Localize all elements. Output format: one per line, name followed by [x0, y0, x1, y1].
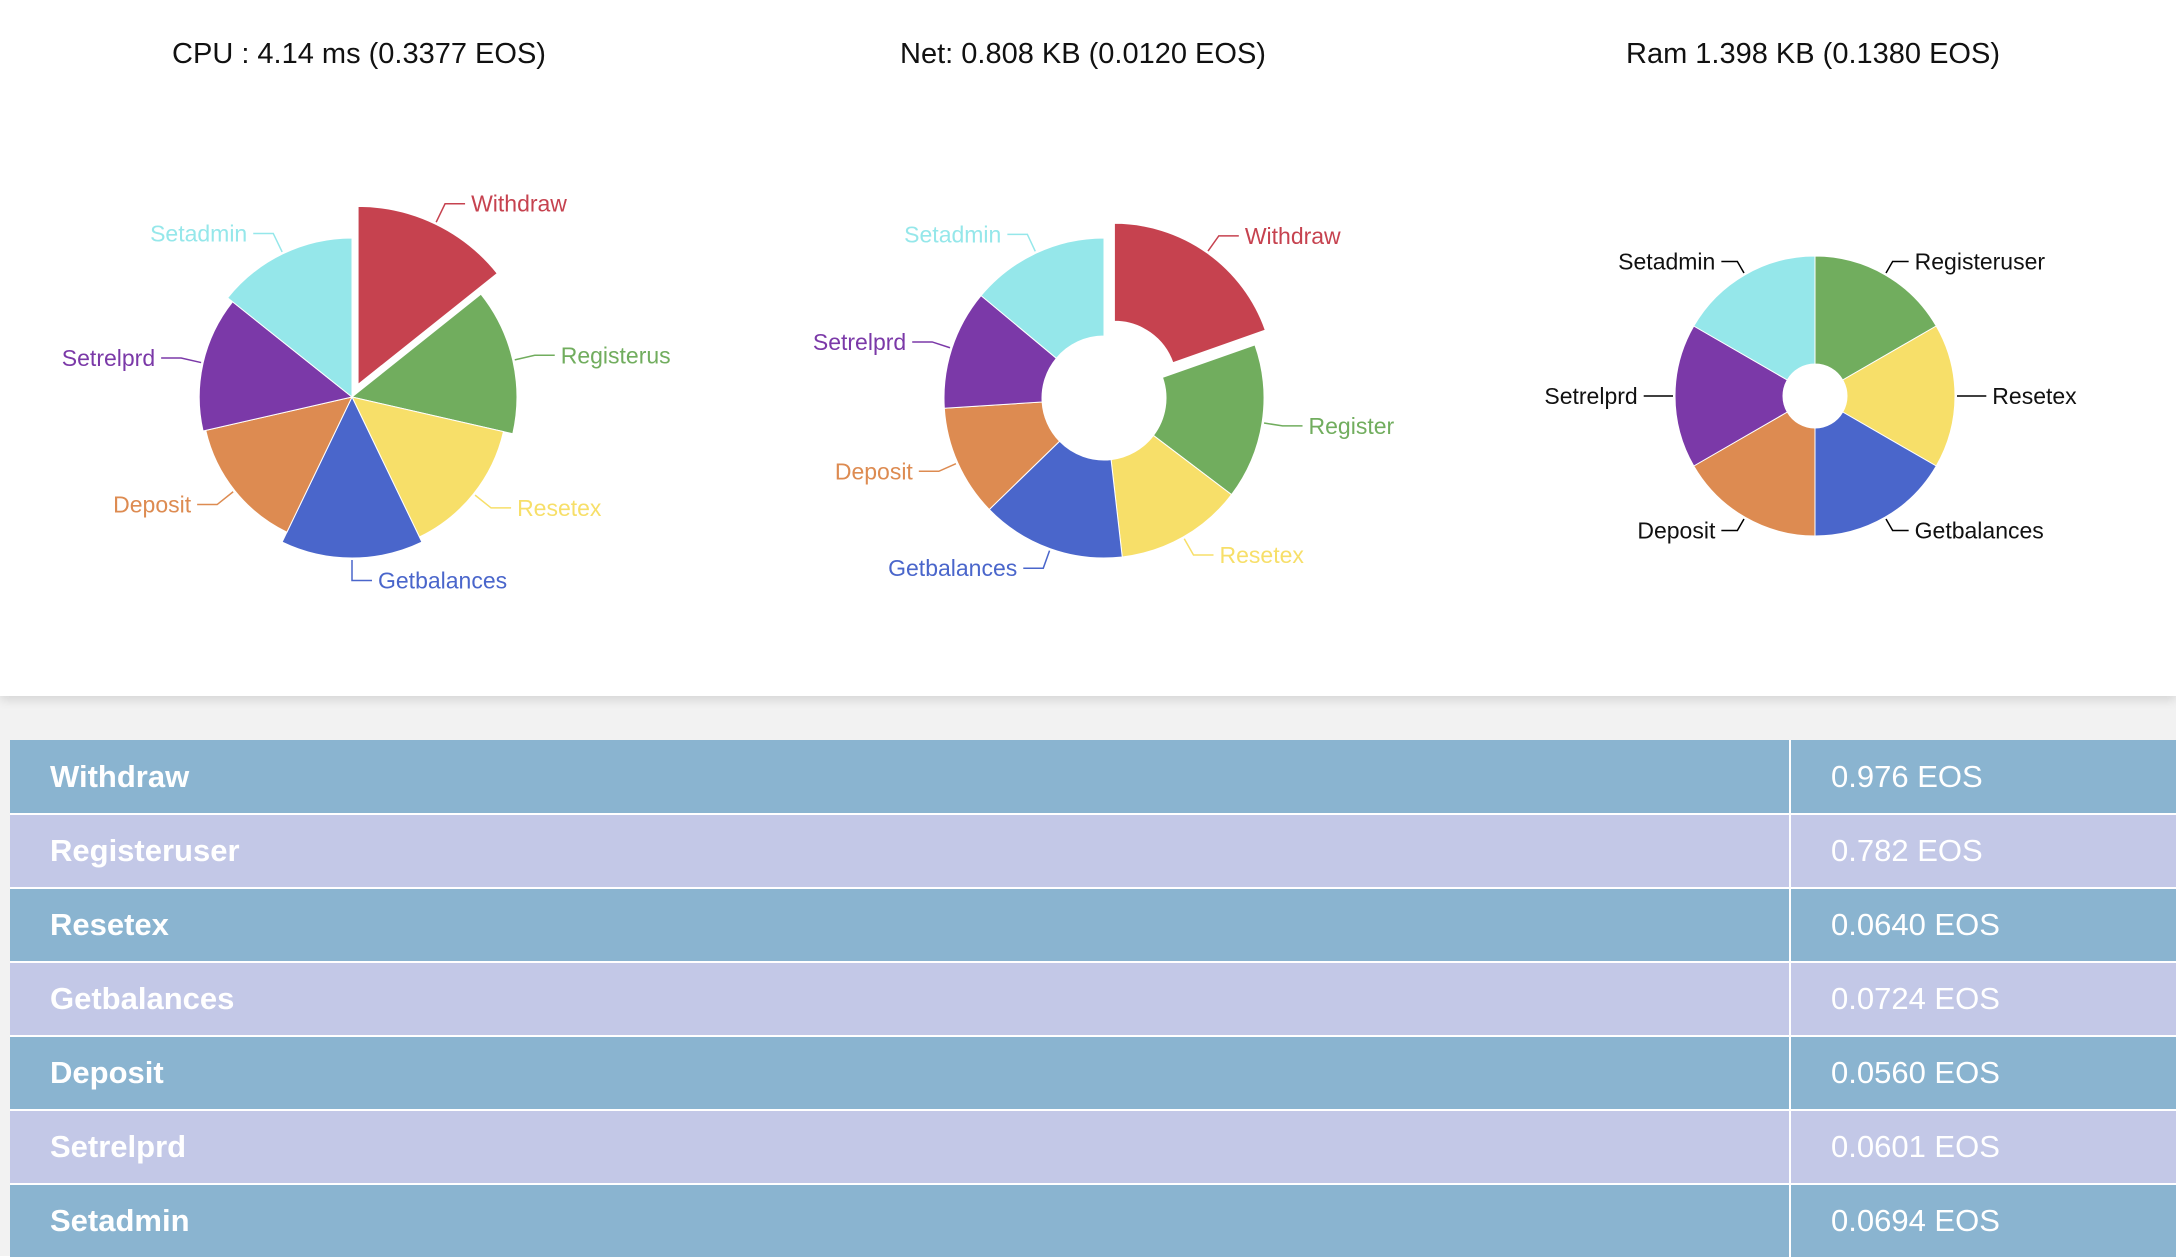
- row-name: Resetex: [10, 888, 1791, 963]
- slice-label-setadmin: Setadmin: [1618, 249, 1715, 275]
- net-chart: Net: 0.808 KB (0.0120 EOS) Withdraw Regis…: [726, 0, 1452, 696]
- leader-line-deposit: [1721, 518, 1745, 532]
- leader-line-register: [1263, 422, 1303, 427]
- leader-line-setrelprd: [161, 357, 202, 364]
- leader-line-withdraw: [435, 202, 466, 223]
- slice-label-resetex: Resetex: [1992, 383, 2077, 409]
- row-name: Withdraw: [10, 740, 1791, 815]
- row-value: 0.976 EOS: [1790, 740, 2176, 815]
- slice-withdraw[interactable]: [1113, 222, 1266, 364]
- slice-label-setrelprd: Setrelprd: [62, 345, 155, 371]
- row-name: Setadmin: [10, 1184, 1791, 1259]
- slice-label-getbalances: Getbalances: [378, 568, 507, 594]
- row-value: 0.0694 EOS: [1790, 1184, 2176, 1259]
- slice-label-withdraw: Withdraw: [471, 191, 567, 217]
- slice-label-register: Register: [1309, 413, 1395, 439]
- leader-line-getbalances: [1885, 518, 1909, 532]
- cpu-chart: CPU : 4.14 ms (0.3377 EOS) Withdraw Regis…: [0, 0, 726, 696]
- leader-line-setadmin: [253, 232, 283, 253]
- slice-label-setadmin: Setadmin: [150, 220, 247, 246]
- table-row: Deposit 0.0560 EOS: [10, 1036, 2176, 1111]
- cpu-pie-svg: Withdraw Registerus Resetex Getbalances Depo…: [62, 191, 671, 594]
- slice-label-registeruser: Registeruser: [1915, 249, 2046, 275]
- leader-line-registeruser: [1885, 260, 1909, 274]
- table-row: Withdraw 0.976 EOS: [10, 740, 2176, 815]
- charts-panel: CPU : 4.14 ms (0.3377 EOS) Withdraw Regis…: [0, 0, 2176, 696]
- row-name: Registeruser: [10, 814, 1791, 889]
- row-name: Setrelprd: [10, 1110, 1791, 1185]
- slice-label-deposit: Deposit: [1637, 517, 1716, 543]
- table-row: Setadmin 0.0694 EOS: [10, 1184, 2176, 1259]
- slice-label-deposit: Deposit: [113, 492, 192, 518]
- cost-table: Withdraw 0.976 EOS Registeruser 0.782 EO…: [10, 740, 2176, 1259]
- slice-label-resetex: Resetex: [517, 495, 602, 521]
- leader-line-resetex: [474, 494, 512, 509]
- row-value: 0.0601 EOS: [1790, 1110, 2176, 1185]
- ram-donut-svg: Registeruser Resetex Getbalances Deposit Set…: [1544, 249, 2077, 544]
- row-value: 0.0640 EOS: [1790, 888, 2176, 963]
- slice-label-resetex: Resetex: [1220, 542, 1305, 568]
- row-name: Getbalances: [10, 962, 1791, 1037]
- leader-line-getbalances: [1023, 550, 1051, 569]
- table-row: Getbalances 0.0724 EOS: [10, 962, 2176, 1037]
- leader-line-setrelprd: [912, 341, 951, 349]
- leader-line-setadmin: [1007, 233, 1036, 252]
- slice-label-getbalances: Getbalances: [888, 555, 1017, 581]
- table-row: Resetex 0.0640 EOS: [10, 888, 2176, 963]
- slice-label-deposit: Deposit: [835, 458, 914, 484]
- slice-label-registerus: Registerus: [561, 342, 671, 368]
- leader-line-registerus: [514, 354, 555, 361]
- row-value: 0.0560 EOS: [1790, 1036, 2176, 1111]
- leader-line-resetex: [1183, 538, 1214, 556]
- ram-chart: Ram 1.398 KB (0.1380 EOS) Registeruser Re…: [1452, 0, 2176, 696]
- leader-line-deposit: [197, 491, 234, 506]
- leader-line-getbalances: [351, 560, 372, 582]
- leader-line-withdraw: [1207, 235, 1239, 252]
- leader-line-deposit: [918, 463, 957, 473]
- row-value: 0.782 EOS: [1790, 814, 2176, 889]
- table-row: Setrelprd 0.0601 EOS: [10, 1110, 2176, 1185]
- slice-label-withdraw: Withdraw: [1245, 223, 1341, 249]
- leader-line-setadmin: [1721, 260, 1745, 274]
- row-name: Deposit: [10, 1036, 1791, 1111]
- slice-label-setrelprd: Setrelprd: [1544, 383, 1637, 409]
- slice-label-getbalances: Getbalances: [1915, 517, 2044, 543]
- net-donut-svg: Withdraw Register Resetex Getbalances Deposi…: [813, 221, 1395, 581]
- slice-label-setrelprd: Setrelprd: [813, 329, 906, 355]
- row-value: 0.0724 EOS: [1790, 962, 2176, 1037]
- slice-label-setadmin: Setadmin: [904, 221, 1001, 247]
- table-row: Registeruser 0.782 EOS: [10, 814, 2176, 889]
